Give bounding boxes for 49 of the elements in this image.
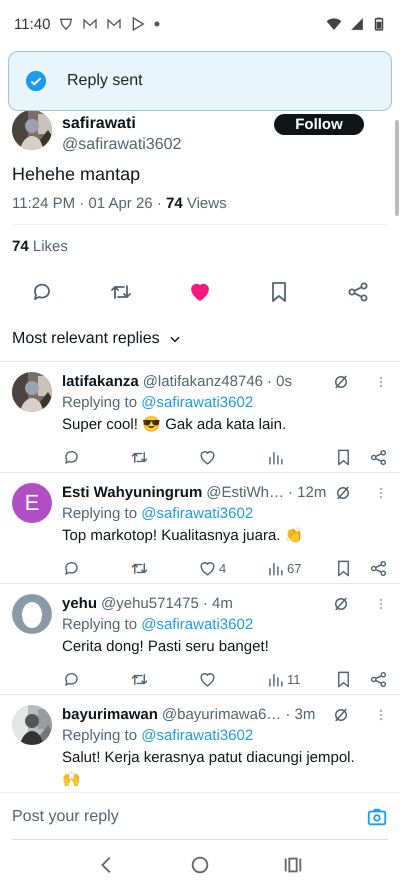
slashed-circle-icon [332, 706, 350, 724]
reply-time: · 0s [267, 372, 292, 392]
reply-author-handle[interactable]: @latifakanz48746 [142, 372, 264, 392]
post-meta: 11:24 PM · 01 Apr 26 · 74 Views [12, 185, 388, 225]
sort-label[interactable]: Most relevant replies [12, 330, 160, 348]
follow-button[interactable]: Follow [274, 114, 364, 135]
reply-input[interactable]: Post your reply [12, 808, 366, 826]
dot-icon [154, 21, 160, 27]
share-icon [369, 670, 388, 689]
like-count: 4 [219, 561, 226, 576]
slashed-circle-icon [332, 595, 350, 613]
clock: 11:40 [14, 16, 50, 32]
play-icon [130, 16, 146, 32]
toast-message: Reply sent [67, 72, 143, 90]
reply-text: Salut! Kerja kerasnya patut diacungi jempol. 🙌 [62, 748, 356, 790]
battery-icon [372, 17, 386, 31]
slashed-circle-icon [332, 373, 350, 391]
author-name[interactable]: safirawati [62, 114, 264, 134]
avatar[interactable]: E [12, 483, 52, 523]
signal-icon [350, 17, 364, 31]
reply-time: · 4m [202, 594, 233, 614]
reply-author-name[interactable]: yehu [62, 594, 98, 614]
replying-to: Replying to @safirawati3602 [62, 504, 254, 524]
replying-to: Replying to @safirawati3602 [62, 393, 254, 413]
share-icon [346, 280, 370, 304]
share-icon [369, 448, 388, 467]
reply-author-handle[interactable]: @EstiWh… [206, 483, 284, 503]
reply-author-name[interactable]: bayurimawan [62, 705, 158, 725]
reply-author-name[interactable]: latifakanza [62, 372, 139, 392]
reply-time: · 12m [288, 483, 326, 503]
check-circle-icon [25, 70, 47, 92]
reply-text: Top markotop! Kualitasnya juara. 👏 [62, 526, 305, 546]
replying-to: Replying to @safirawati3602 [62, 726, 254, 746]
reply-time: · 3m [285, 705, 316, 725]
likes-count[interactable]: 74 Likes [0, 225, 400, 268]
author-handle[interactable]: @safirawati3602 [62, 134, 264, 156]
share-icon [369, 559, 388, 578]
wifi-icon [326, 16, 342, 32]
avatar[interactable] [12, 594, 52, 634]
reply-author-name[interactable]: Esti Wahyuningrum [62, 483, 202, 503]
reply-author-handle[interactable]: @bayurimawa6… [162, 705, 282, 725]
replying-to: Replying to @safirawati3602 [62, 615, 254, 635]
view-count: 67 [287, 561, 302, 576]
post-text: Hehehe mantap [11, 163, 142, 185]
reply-text: Super cool! 😎 Gak ada kata lain. [62, 415, 288, 435]
reply-author-handle[interactable]: @yehu571475 [101, 594, 199, 614]
view-count: 11 [287, 672, 300, 687]
shield-icon [58, 16, 74, 32]
reply-text: Cerita dong! Pasti seru banget! [62, 637, 270, 657]
